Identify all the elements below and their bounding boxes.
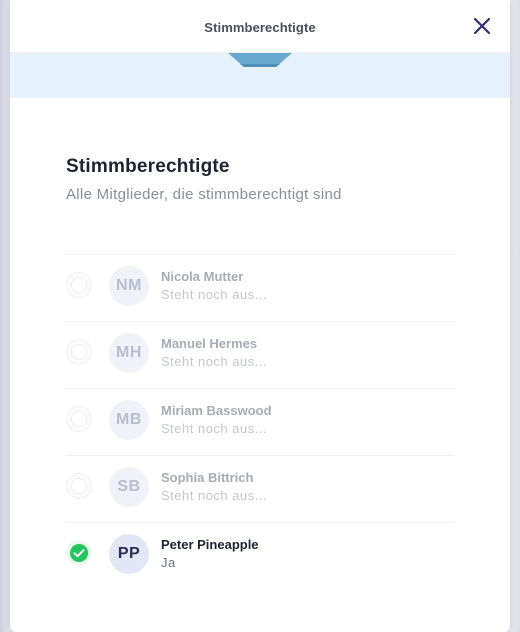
voters-modal: Stimmberechtigte Stimmberechtigte Alle M… [10, 0, 510, 632]
member-name: Manuel Hermes [161, 336, 258, 351]
member-row[interactable]: MB Miriam Basswood Steht noch aus... [66, 389, 454, 456]
vote-radio[interactable] [66, 272, 92, 298]
vote-radio[interactable] [66, 540, 92, 566]
avatar: MH [109, 333, 149, 373]
vote-radio[interactable] [66, 406, 92, 432]
member-name: Peter Pineapple [161, 537, 259, 552]
member-status: Ja [161, 555, 176, 570]
member-name: Sophia Bittrich [161, 470, 254, 485]
member-status: Steht noch aus... [161, 287, 268, 302]
close-button[interactable] [470, 14, 494, 38]
header-banner [10, 53, 510, 98]
avatar: PP [109, 534, 149, 574]
section-header: Stimmberechtigte Alle Mitglieder, die st… [66, 156, 342, 203]
member-name: Miriam Basswood [161, 403, 272, 418]
avatar: MB [109, 400, 149, 440]
vote-radio[interactable] [66, 339, 92, 365]
member-list: NM Nicola Mutter Steht noch aus... MH Ma… [66, 254, 454, 589]
ballot-box-icon [228, 53, 292, 67]
member-name: Nicola Mutter [161, 269, 244, 284]
modal-header: Stimmberechtigte [10, 0, 510, 53]
section-subtitle: Alle Mitglieder, die stimmberechtigt sin… [66, 186, 342, 203]
member-row[interactable]: PP Peter Pineapple Ja [66, 523, 454, 589]
section-title: Stimmberechtigte [66, 156, 230, 177]
member-status: Steht noch aus... [161, 488, 268, 503]
member-row[interactable]: SB Sophia Bittrich Steht noch aus... [66, 456, 454, 523]
member-status: Steht noch aus... [161, 421, 268, 436]
vote-radio[interactable] [66, 473, 92, 499]
member-status: Steht noch aus... [161, 354, 268, 369]
member-row[interactable]: MH Manuel Hermes Steht noch aus... [66, 322, 454, 389]
modal-title: Stimmberechtigte [204, 20, 316, 35]
member-row[interactable]: NM Nicola Mutter Steht noch aus... [66, 255, 454, 322]
avatar: NM [109, 266, 149, 306]
close-icon [473, 17, 491, 35]
check-circle-icon [70, 544, 88, 562]
avatar: SB [109, 467, 149, 507]
